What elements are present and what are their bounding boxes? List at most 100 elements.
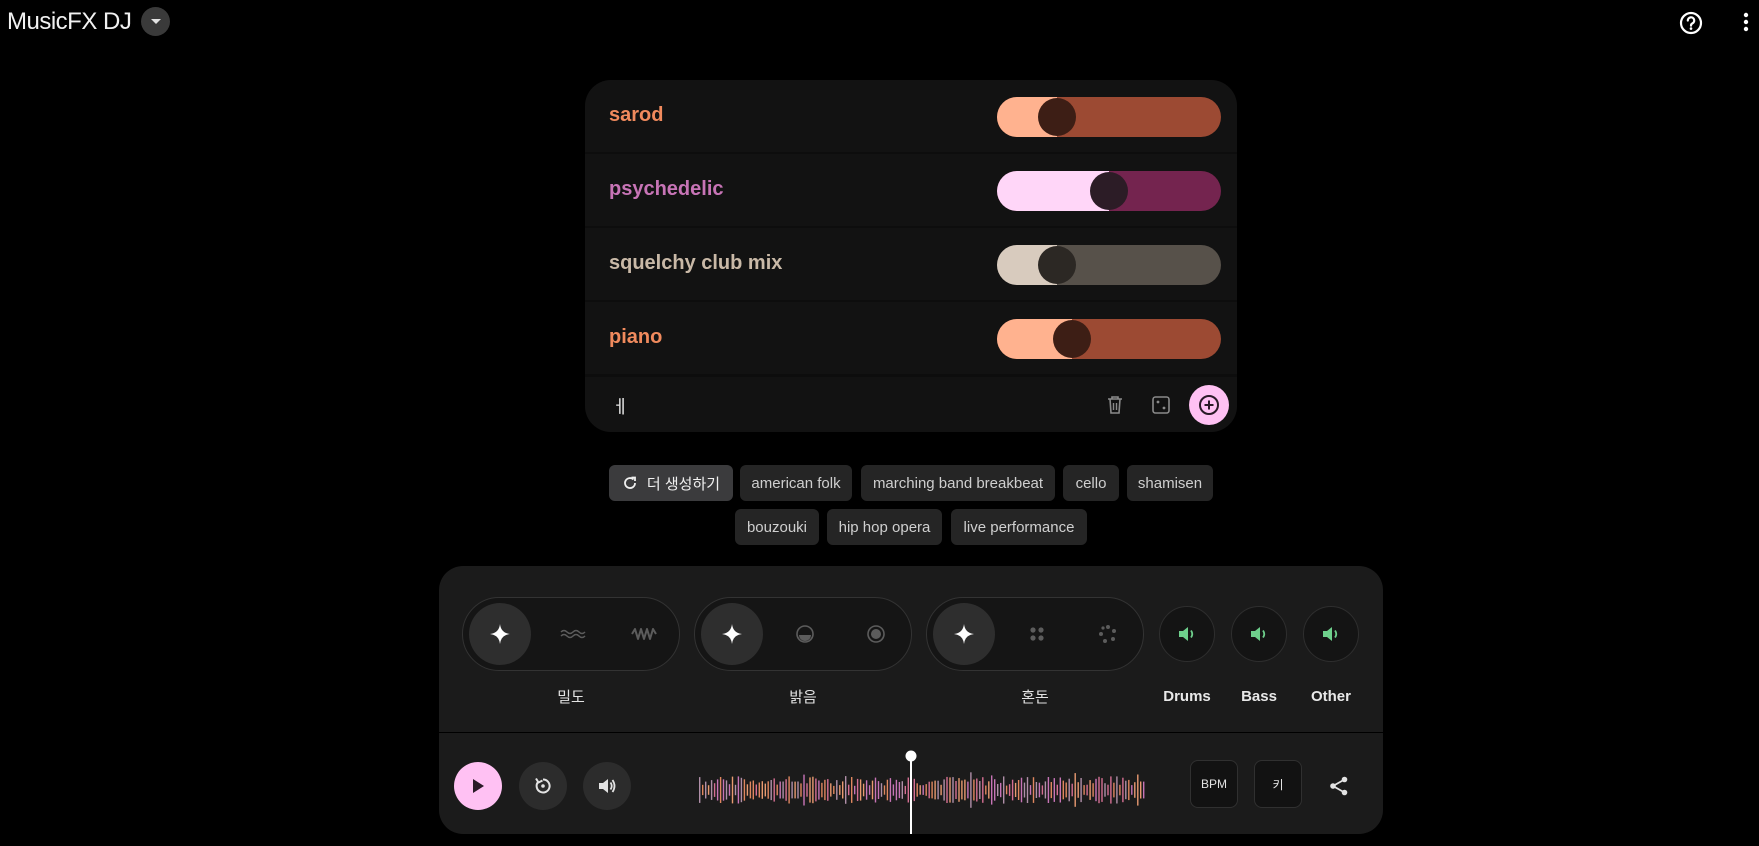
waveform-bar [1107, 784, 1109, 796]
title-dropdown-button[interactable] [141, 7, 170, 36]
waveform-bar [973, 779, 975, 801]
prompt-weight-slider[interactable] [997, 245, 1221, 285]
chip-marching-band-breakbeat[interactable]: marching band breakbeat [861, 465, 1055, 501]
bass-label: Bass [1241, 688, 1277, 705]
prompt-label[interactable]: squelchy club mix [609, 252, 782, 275]
half-circle-icon [796, 625, 814, 643]
density-auto-button[interactable] [469, 603, 531, 665]
drums-mute-button[interactable] [1159, 606, 1215, 662]
waveform-bar [743, 779, 746, 801]
waveform-bar [773, 778, 775, 802]
chaos-low-button[interactable] [1006, 603, 1068, 665]
random-dice-button[interactable] [1148, 392, 1174, 418]
waveform-bar [1131, 785, 1133, 795]
prompt-input-row: ㅔ [585, 377, 1237, 432]
brightness-auto-button[interactable] [701, 603, 763, 665]
brightness-dark-button[interactable] [774, 603, 836, 665]
reset-button[interactable] [519, 762, 567, 810]
chaos-high-button[interactable] [1077, 603, 1139, 665]
slider-knob[interactable] [1038, 246, 1076, 284]
slider-knob[interactable] [1090, 172, 1128, 210]
add-prompt-button[interactable] [1189, 385, 1229, 425]
more-menu-button[interactable] [1736, 8, 1756, 36]
waveform-bar [839, 785, 841, 795]
playhead-handle[interactable] [905, 750, 917, 762]
prompt-label[interactable]: psychedelic [609, 178, 724, 201]
waveform-bar [1020, 777, 1023, 803]
waveform-bar [877, 781, 880, 799]
bpm-button[interactable]: BPM [1190, 760, 1238, 808]
waveform-bar [824, 779, 826, 801]
generate-more-button[interactable]: 더 생성하기 [609, 465, 733, 501]
play-button[interactable] [454, 762, 502, 810]
waveform-bar [833, 785, 835, 794]
key-button[interactable]: 키 [1254, 760, 1302, 808]
prompt-weight-slider[interactable] [997, 171, 1221, 211]
waveform-bar [880, 783, 883, 797]
waveform-bar [1080, 778, 1082, 803]
waveform-bar [1101, 778, 1103, 802]
dice-icon [1152, 396, 1170, 414]
waveform-bar [1071, 783, 1073, 797]
share-button[interactable] [1315, 762, 1363, 810]
prompt-weight-slider[interactable] [997, 97, 1221, 137]
waveform-bar [830, 783, 832, 797]
waveform-bar [770, 780, 772, 801]
waveform-bar [785, 779, 787, 801]
waveform-bar [940, 784, 942, 796]
delete-button[interactable] [1102, 392, 1128, 418]
bass-mute-button[interactable] [1231, 606, 1287, 662]
reset-icon [535, 777, 551, 794]
waveform-bar [719, 777, 722, 803]
waveform-bar [1137, 774, 1139, 806]
chip-cello[interactable]: cello [1063, 465, 1119, 501]
waveform-bar [699, 777, 701, 803]
waveform-bar [961, 780, 963, 800]
prompt-label[interactable]: sarod [609, 104, 663, 127]
prompt-list: sarod psychedelic squelchy club mix piano ㅔ [585, 80, 1237, 432]
waveform-bar [1128, 779, 1130, 801]
waveform-bar [1143, 781, 1145, 799]
chip-american-folk[interactable]: american folk [740, 465, 852, 501]
density-low-button[interactable] [542, 603, 604, 665]
prompt-weight-slider[interactable] [997, 319, 1221, 359]
waveform-bar [1000, 782, 1002, 798]
waveform-bar [842, 781, 844, 799]
volume-button[interactable] [583, 762, 631, 810]
chaos-auto-button[interactable] [933, 603, 995, 665]
density-selector [462, 597, 680, 671]
waveform-bar [946, 776, 948, 803]
waveform-bar [705, 781, 707, 799]
waveform-bar [1116, 776, 1118, 804]
prompt-label[interactable]: piano [609, 326, 662, 349]
waveform-bar [755, 784, 757, 796]
brightness-bright-button[interactable] [845, 603, 907, 665]
waveform-bar [1032, 777, 1035, 803]
other-mute-button[interactable] [1303, 606, 1359, 662]
chip-hip-hop-opera[interactable]: hip hop opera [827, 509, 942, 545]
prompt-input[interactable]: ㅔ [612, 393, 629, 419]
waveform-bar [967, 781, 969, 799]
help-button[interactable] [1678, 10, 1704, 36]
chip-live-performance[interactable]: live performance [951, 509, 1087, 545]
waveform-bar [791, 781, 793, 799]
waveform-timeline[interactable] [697, 750, 1145, 834]
waveform-bar [794, 781, 796, 799]
waveform-bar [1035, 782, 1038, 798]
slider-knob[interactable] [1038, 98, 1076, 136]
density-high-button[interactable] [613, 603, 675, 665]
waveform-bar [931, 781, 933, 799]
slider-knob[interactable] [1053, 320, 1091, 358]
waveform-bar [728, 784, 731, 796]
waveform-bar [800, 783, 802, 797]
generate-more-label: 더 생성하기 [646, 475, 721, 493]
waveform-bar [1005, 785, 1008, 795]
waveform-bar [1059, 777, 1061, 803]
waveform-bar [1083, 785, 1085, 795]
waveform-bar [758, 782, 760, 798]
chip-bouzouki[interactable]: bouzouki [735, 509, 819, 545]
chip-shamisen[interactable]: shamisen [1127, 465, 1213, 501]
waveform-bar [964, 779, 966, 801]
waveform-bar [1074, 773, 1076, 807]
waveform-bar [856, 778, 859, 801]
